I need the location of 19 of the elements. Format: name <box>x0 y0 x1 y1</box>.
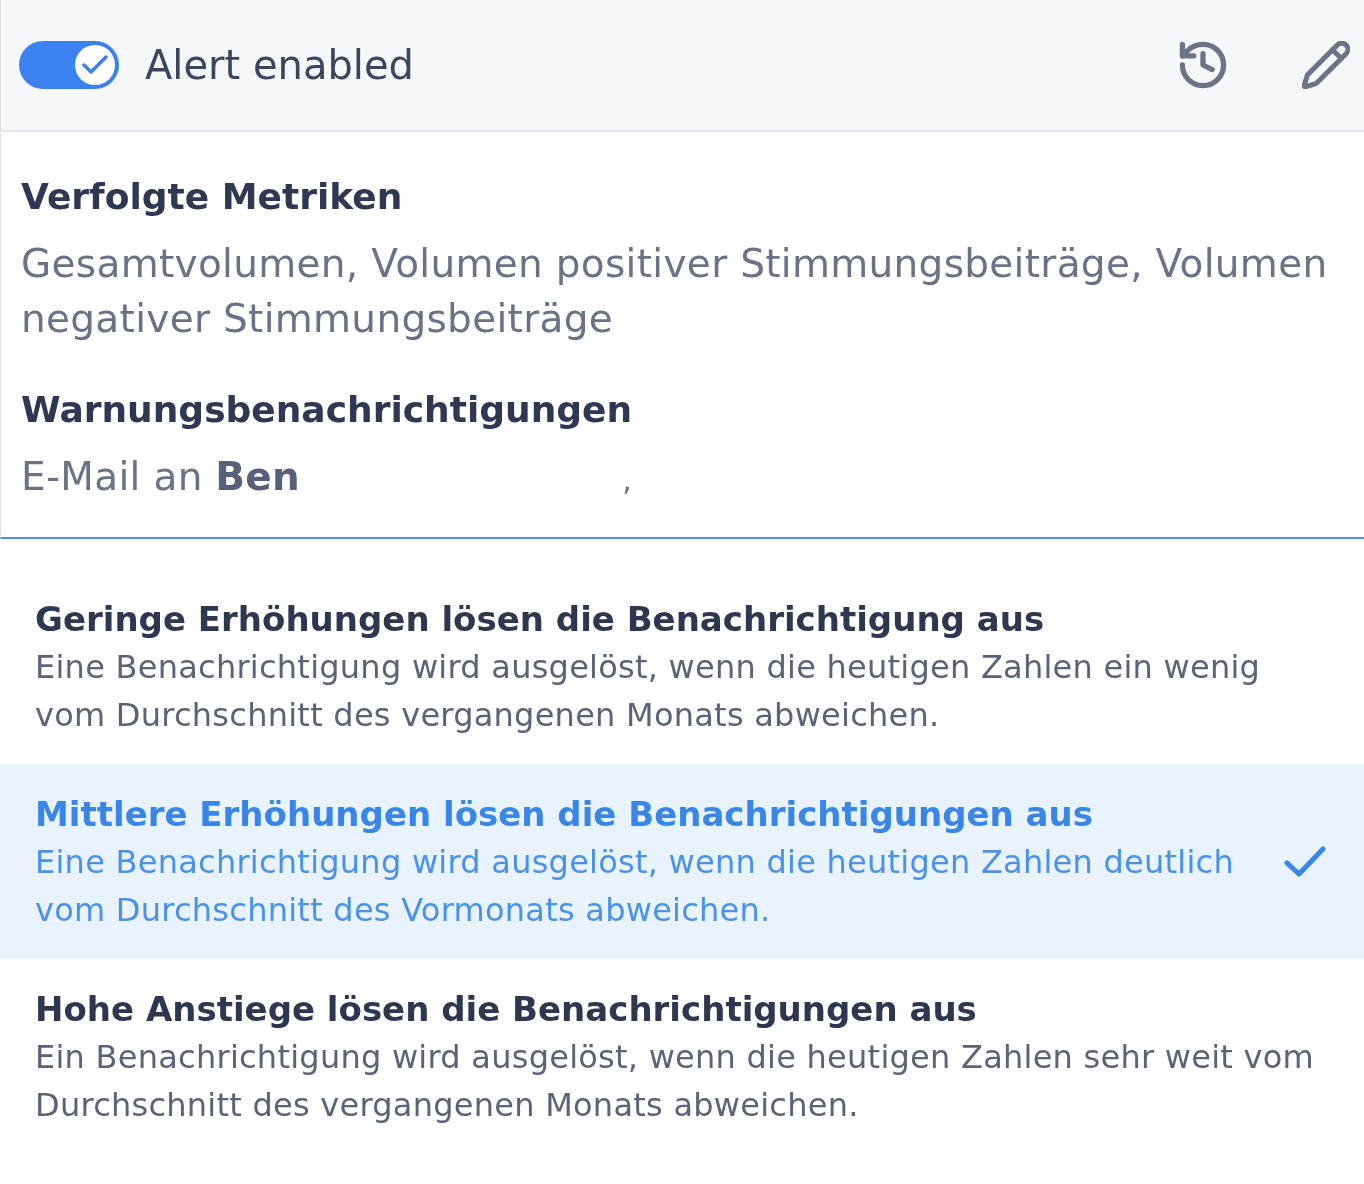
tracked-metrics-text: Gesamtvolumen, Volumen positiver Stimmungsbeiträge, Volumen negativer Stimmungsbeiträge <box>21 240 1329 343</box>
option-description: Eine Benachrichtigung wird ausgelöst, wenn die heutigen Zahlen ein wenig vom Durchschnitt des vergangenen Monats abweichen. <box>35 647 1262 736</box>
check-icon <box>1284 846 1326 878</box>
history-icon <box>1178 41 1228 89</box>
option-title: Mittlere Erhöhungen lösen die Benachrichtigungen aus <box>35 793 1094 836</box>
option-description: Ein Benachrichtigung wird ausgelöst, wenn die heutigen Zahlen sehr weit vom Durchschnitt des vergangenen Monats abweichen. <box>35 1037 1315 1126</box>
check-icon <box>82 55 108 75</box>
toggle-switch[interactable] <box>19 41 119 89</box>
option-description: Eine Benachrichtigung wird ausgelöst, wenn die heutigen Zahlen deutlich vom Durchschnitt des Vormonats abweichen. <box>35 842 1235 931</box>
history-button[interactable] <box>1178 41 1228 89</box>
section-heading: Verfolgte Metriken <box>21 175 404 219</box>
pencil-icon <box>1302 41 1350 89</box>
section-heading: Warnungsbenachrichtigungen <box>21 388 634 432</box>
option-title: Hohe Anstiege lösen die Benachrichtigungen aus <box>35 988 978 1031</box>
email-recipient-text: E-Mail an Ben <box>21 453 301 501</box>
separator-comma: , <box>622 462 632 497</box>
alert-status-label: Alert enabled <box>145 42 415 88</box>
edit-button[interactable] <box>1302 41 1350 89</box>
option-title: Geringe Erhöhungen lösen die Benachrichtigung aus <box>35 598 1046 641</box>
